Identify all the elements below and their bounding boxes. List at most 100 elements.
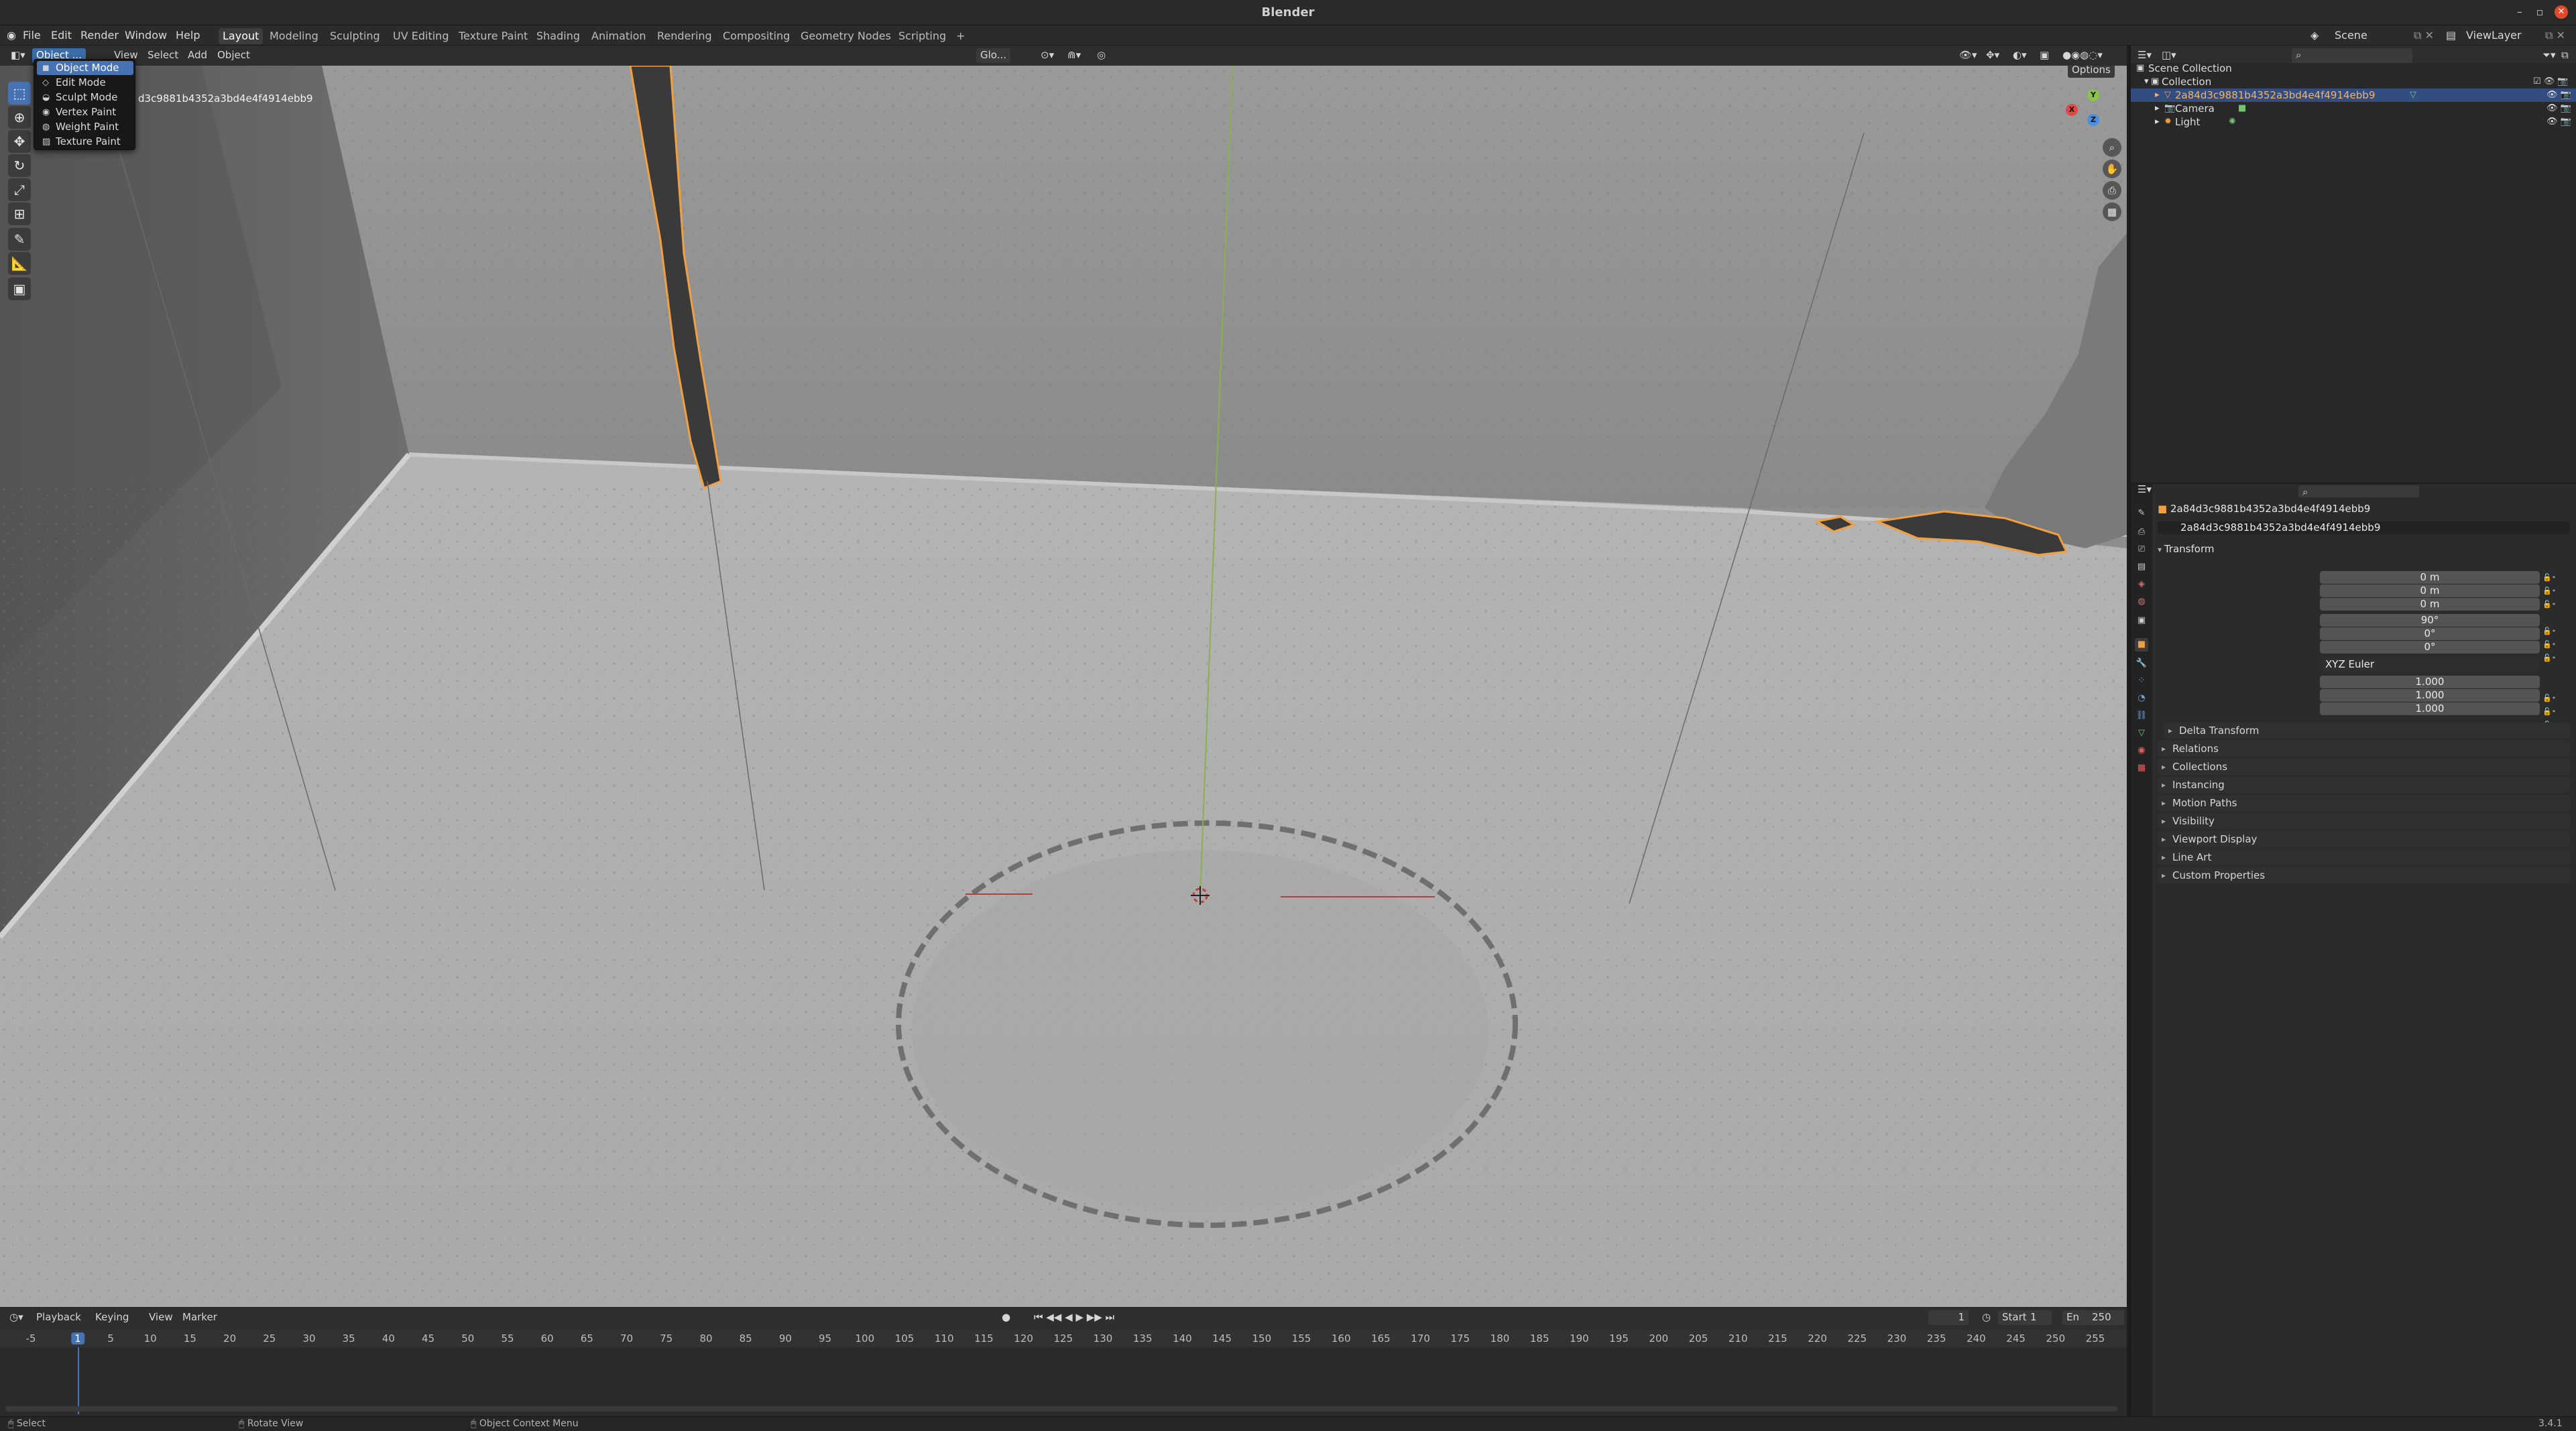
frame-tick[interactable]: 5 [107,1332,114,1345]
frame-tick[interactable]: 90 [779,1332,792,1345]
tab-texture-paint[interactable]: Texture Paint [455,28,532,44]
frame-tick[interactable]: 95 [819,1332,831,1345]
menu-keying[interactable]: Keying [91,1310,133,1325]
lock-keyframe-icons[interactable]: 🔓•🔓•🔓•🔓•🔓•🔓•🔓•🔓•🔓• [2542,571,2569,729]
frame-tick[interactable]: 230 [1887,1332,1907,1345]
snap-icon[interactable]: ⋒▾ [1063,48,1085,63]
editor-type-icon[interactable]: ◧▾ [7,48,30,63]
menu-file[interactable]: File [23,29,41,42]
move-tool-icon[interactable]: ✥ [8,130,31,153]
gizmo-toggle-icon[interactable]: ✥▾ [1982,48,2003,63]
expand-chevron-icon[interactable]: ▸ [2155,88,2160,102]
scene-selector[interactable]: Scene [2335,29,2367,42]
ortho-grid-icon[interactable]: ▦ [2103,202,2121,221]
viewport-visibility-icon[interactable]: 👁▾ [1955,48,1981,63]
proportional-edit-icon[interactable]: ◎ [1093,48,1110,63]
frame-tick[interactable]: 195 [1609,1332,1629,1345]
camera-view-icon[interactable]: ⎙ [2103,181,2121,200]
mode-vertex-paint[interactable]: ◉ Vertex Paint [37,105,133,119]
rotation-x-field[interactable]: 90° [2320,614,2540,627]
frame-tick[interactable]: 60 [541,1332,554,1345]
rotation-mode-select[interactable]: XYZ Euler [2320,658,2540,671]
mode-object-mode[interactable]: ◼ Object Mode [37,61,133,75]
frame-tick[interactable]: 215 [1768,1332,1788,1345]
mode-texture-paint[interactable]: ▨ Texture Paint [37,135,133,149]
frame-tick[interactable]: 75 [660,1332,672,1345]
timeline[interactable]: -5 1 5 10 15 20 25 30 35 40 45 50 55 60 65 70 75 80 85 90 95… [0,1330,2127,1417]
texture-tab-icon[interactable]: ▦ [2135,761,2148,775]
visibility-eye-icon[interactable]: 👁 📷 [2546,115,2571,129]
frame-tick[interactable]: 255 [2086,1332,2105,1345]
tab-layout[interactable]: Layout [219,28,264,44]
outliner-camera-row[interactable]: ▸ 📷 Camera ■ 👁 📷 [2131,102,2576,115]
expand-chevron-icon[interactable]: ▾ [2144,75,2149,88]
section-relations[interactable]: ▸ Relations [2158,741,2570,757]
current-frame-field[interactable]: 1 [1928,1310,1969,1325]
world-tab-icon[interactable]: ◍ [2135,595,2148,609]
frame-tick[interactable]: 245 [2006,1332,2026,1345]
tab-animation[interactable]: Animation [587,28,650,44]
minimize-icon[interactable]: – [2513,5,2526,19]
scene-tab-icon[interactable]: ◈ [2135,578,2148,591]
measure-tool-icon[interactable]: 📐 [8,252,31,275]
frame-tick[interactable]: 40 [382,1332,395,1345]
frame-tick[interactable]: 155 [1292,1332,1311,1345]
view-layer-new-icon[interactable]: ⧉ ✕ [2545,29,2565,42]
frame-tick[interactable]: 200 [1649,1332,1668,1345]
tab-uv-editing[interactable]: UV Editing [389,28,453,44]
menu-add[interactable]: Add [184,48,211,63]
frame-tick[interactable]: 140 [1173,1332,1192,1345]
menu-object[interactable]: Object [213,48,254,63]
close-icon[interactable]: ✕ [2555,5,2568,19]
tab-compositing[interactable]: Compositing [719,28,794,44]
frame-tick[interactable]: 175 [1450,1332,1470,1345]
object-name-field[interactable]: 2a84d3c9881b4352a3bd4e4f4914ebb9 [2158,521,2570,534]
tool-tab-icon[interactable]: ✎ [2135,507,2148,520]
display-mode-icon[interactable]: ◫▾ [2158,48,2180,63]
outliner-object-row[interactable]: ▸ ▽ 2a84d3c9881b4352a3bd4e4f4914ebb9 ▽ 👁… [2131,88,2576,102]
frame-tick[interactable]: 185 [1530,1332,1549,1345]
frame-tick[interactable]: 235 [1927,1332,1946,1345]
options-button[interactable]: Options [2068,66,2115,78]
frame-tick[interactable]: 125 [1053,1332,1073,1345]
frame-tick[interactable]: 10 [144,1332,157,1345]
frame-tick[interactable]: 1 [71,1332,84,1345]
scale-z-field[interactable]: 1.000 [2320,702,2540,715]
frame-tick[interactable]: 25 [263,1332,276,1345]
frame-tick[interactable]: 65 [581,1332,593,1345]
annotate-tool-icon[interactable]: ✎ [8,228,31,251]
physics-tab-icon[interactable]: ◔ [2135,692,2148,705]
end-frame-field[interactable]: 250 [2088,1310,2124,1325]
properties-search-input[interactable]: ⌕ [2298,485,2419,498]
location-x-field[interactable]: 0 m [2320,571,2540,584]
constraints-tab-icon[interactable]: ⛓ [2135,709,2148,723]
frame-tick[interactable]: 20 [223,1332,236,1345]
frame-tick[interactable]: 205 [1689,1332,1708,1345]
mode-sculpt-mode[interactable]: ◒ Sculpt Mode [37,90,133,105]
frame-tick[interactable]: 30 [302,1332,315,1345]
scale-tool-icon[interactable]: ⤢ [8,178,31,201]
frame-tick[interactable]: 165 [1371,1332,1391,1345]
pivot-icon[interactable]: ⊙▾ [1037,48,1058,63]
menu-playback[interactable]: Playback [32,1310,85,1325]
section-visibility[interactable]: ▸ Visibility [2158,813,2570,829]
frame-tick[interactable]: 100 [855,1332,874,1345]
frame-tick[interactable]: 35 [343,1332,355,1345]
frame-tick[interactable]: 130 [1094,1332,1113,1345]
location-y-field[interactable]: 0 m [2320,584,2540,597]
playback-controls-icon[interactable]: ⏮ ◀◀ ◀ ▶ ▶▶ ⏭ [1030,1310,1118,1325]
rotation-y-field[interactable]: 0° [2320,627,2540,640]
section-delta-transform[interactable]: ▸ Delta Transform [2164,723,2570,739]
rotate-tool-icon[interactable]: ↻ [8,154,31,177]
add-cube-tool-icon[interactable]: ▣ [8,277,31,300]
scene-collection-row[interactable]: ▣ Scene Collection [2131,62,2576,75]
frame-tick[interactable]: 15 [184,1332,196,1345]
output-tab-icon[interactable]: ⎚ [2135,543,2148,556]
visibility-eye-icon[interactable]: 👁 📷 [2546,88,2571,102]
frame-tick[interactable]: 55 [501,1332,514,1345]
frame-tick[interactable]: 145 [1212,1332,1232,1345]
particles-tab-icon[interactable]: ⁘ [2135,674,2148,688]
visibility-eye-icon[interactable]: 👁 📷 [2546,102,2571,115]
collection-tab-icon[interactable]: ▣ [2135,614,2148,627]
scene-new-icon[interactable]: ⧉ ✕ [2414,29,2434,42]
